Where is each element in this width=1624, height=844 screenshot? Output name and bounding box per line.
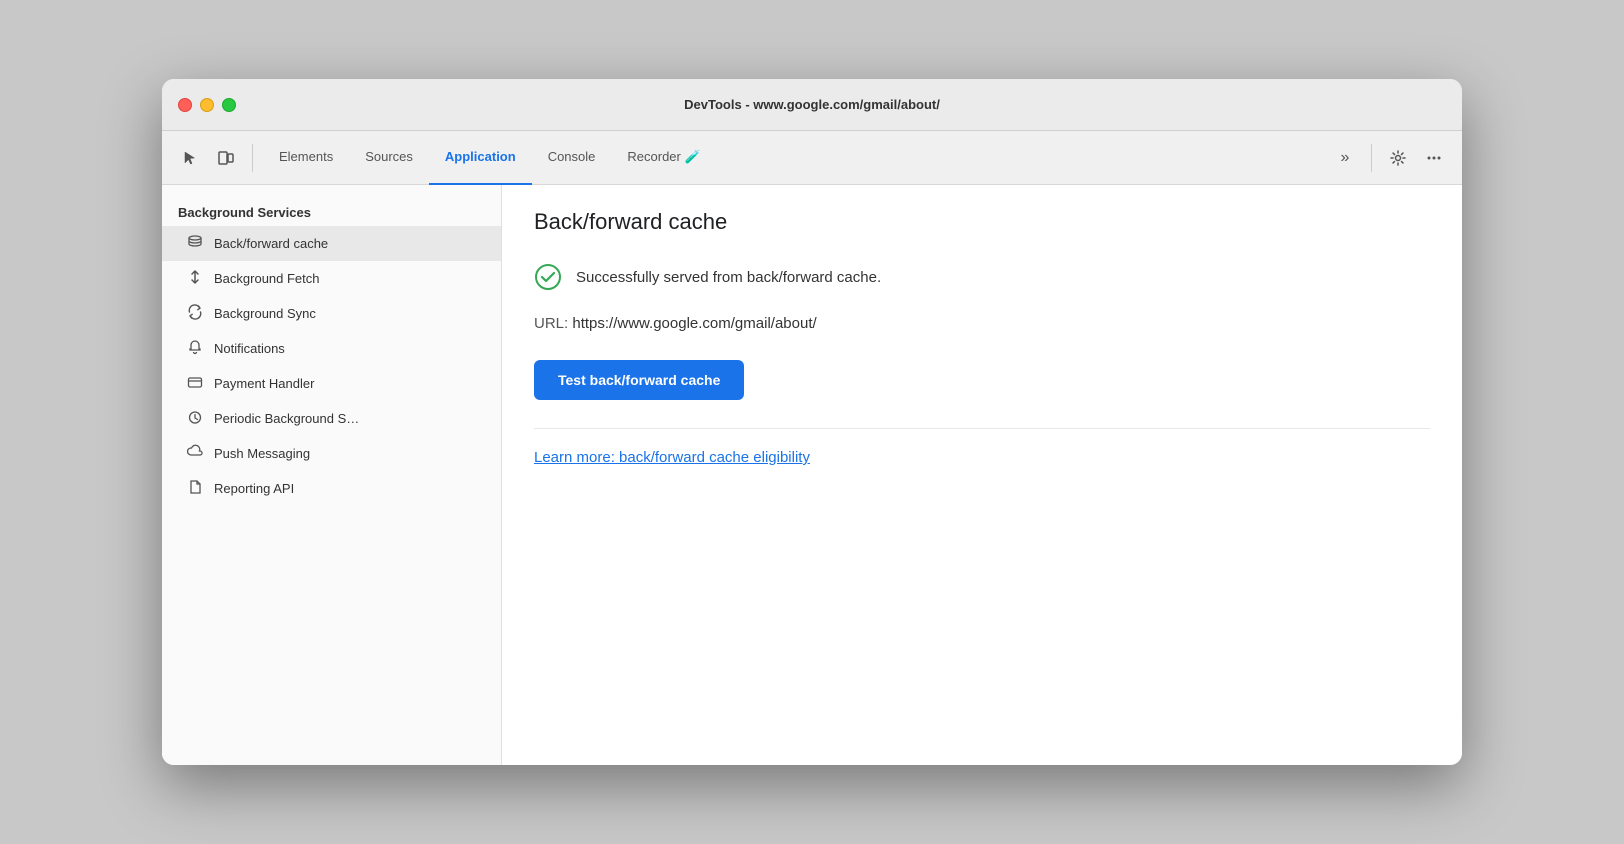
- sidebar-section-title: Background Services: [162, 197, 501, 226]
- sidebar-item-background-sync[interactable]: Background Sync: [162, 296, 501, 331]
- sidebar-item-label: Back/forward cache: [214, 236, 328, 251]
- url-label: URL:: [534, 315, 568, 332]
- cloud-icon: [186, 444, 204, 463]
- tab-application[interactable]: Application: [429, 131, 532, 185]
- status-text: Successfully served from back/forward ca…: [576, 269, 881, 286]
- toolbar-divider-2: [1371, 144, 1372, 172]
- device-toggle-button[interactable]: [210, 142, 242, 174]
- content-divider: [534, 428, 1430, 429]
- sidebar-item-label: Payment Handler: [214, 376, 314, 391]
- maximize-button[interactable]: [222, 98, 236, 112]
- cursor-icon: [182, 150, 198, 166]
- url-value: https://www.google.com/gmail/about/: [572, 315, 816, 332]
- content-panel: Back/forward cache Successfully served f…: [502, 185, 1462, 765]
- device-icon: [218, 150, 234, 166]
- sidebar-item-label: Notifications: [214, 341, 285, 356]
- refresh-icon: [186, 304, 204, 323]
- sidebar-item-label: Reporting API: [214, 481, 294, 496]
- learn-more-link[interactable]: Learn more: back/forward cache eligibili…: [534, 449, 810, 466]
- sidebar-item-background-fetch[interactable]: Background Fetch: [162, 261, 501, 296]
- arrow-updown-icon: [186, 269, 204, 288]
- tab-elements[interactable]: Elements: [263, 131, 349, 185]
- sidebar-item-label: Background Sync: [214, 306, 316, 321]
- more-options-button[interactable]: [1418, 142, 1450, 174]
- traffic-lights: [178, 98, 236, 112]
- database-icon: [186, 234, 204, 253]
- test-cache-button[interactable]: Test back/forward cache: [534, 360, 744, 400]
- url-row: URL: https://www.google.com/gmail/about/: [534, 315, 1430, 332]
- minimize-button[interactable]: [200, 98, 214, 112]
- tab-recorder[interactable]: Recorder 🧪: [611, 131, 716, 185]
- sidebar: Background Services Back/forward cache: [162, 185, 502, 765]
- tab-sources[interactable]: Sources: [349, 131, 429, 185]
- main-content: Background Services Back/forward cache: [162, 185, 1462, 765]
- content-title: Back/forward cache: [534, 209, 1430, 235]
- sidebar-item-notifications[interactable]: Notifications: [162, 331, 501, 366]
- ellipsis-icon: [1426, 150, 1442, 166]
- sidebar-item-back-forward-cache[interactable]: Back/forward cache: [162, 226, 501, 261]
- sidebar-item-push-messaging[interactable]: Push Messaging: [162, 436, 501, 471]
- title-bar: DevTools - www.google.com/gmail/about/: [162, 79, 1462, 131]
- clock-icon: [186, 409, 204, 428]
- sidebar-item-periodic-background-sync[interactable]: Periodic Background S…: [162, 401, 501, 436]
- settings-button[interactable]: [1382, 142, 1414, 174]
- toolbar-tabs: Elements Sources Application Console Rec…: [263, 131, 1325, 184]
- sidebar-item-label: Periodic Background S…: [214, 411, 359, 426]
- gear-icon: [1390, 150, 1406, 166]
- devtools-window: DevTools - www.google.com/gmail/about/ E…: [162, 79, 1462, 765]
- close-button[interactable]: [178, 98, 192, 112]
- toolbar-right: »: [1329, 142, 1450, 174]
- bell-icon: [186, 339, 204, 358]
- credit-card-icon: [186, 374, 204, 393]
- sidebar-item-label: Background Fetch: [214, 271, 320, 286]
- status-row: Successfully served from back/forward ca…: [534, 263, 1430, 291]
- success-check-icon: [534, 263, 562, 291]
- sidebar-item-reporting-api[interactable]: Reporting API: [162, 471, 501, 506]
- toolbar-divider-1: [252, 144, 253, 172]
- sidebar-item-payment-handler[interactable]: Payment Handler: [162, 366, 501, 401]
- sidebar-item-label: Push Messaging: [214, 446, 310, 461]
- toolbar: Elements Sources Application Console Rec…: [162, 131, 1462, 185]
- cursor-icon-button[interactable]: [174, 142, 206, 174]
- more-tabs-button[interactable]: »: [1329, 142, 1361, 174]
- tab-console[interactable]: Console: [532, 131, 612, 185]
- window-title: DevTools - www.google.com/gmail/about/: [684, 97, 940, 112]
- file-icon: [186, 479, 204, 498]
